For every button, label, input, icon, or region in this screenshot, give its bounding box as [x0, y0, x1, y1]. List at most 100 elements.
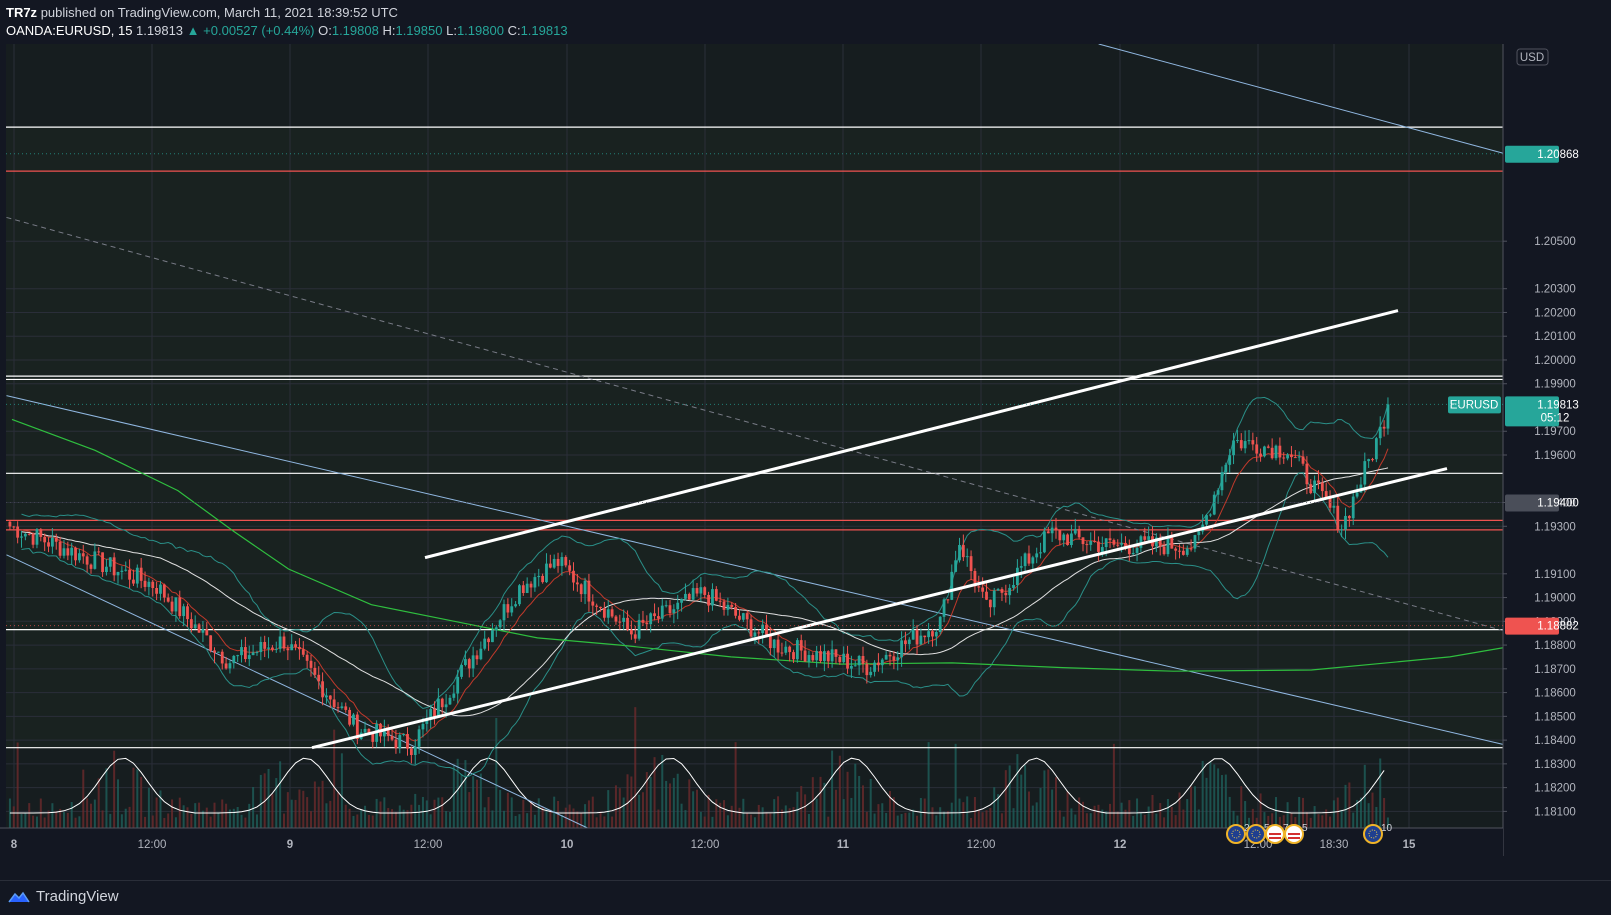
- candle-body[interactable]: [436, 698, 440, 718]
- candle-body[interactable]: [1070, 533, 1073, 546]
- candle-body[interactable]: [417, 729, 421, 747]
- candle-body[interactable]: [464, 659, 467, 665]
- candle-body[interactable]: [298, 646, 301, 650]
- candle-body[interactable]: [923, 635, 927, 638]
- candle-body[interactable]: [633, 634, 637, 639]
- candle-body[interactable]: [43, 536, 47, 543]
- candle-body[interactable]: [352, 714, 355, 725]
- candle-body[interactable]: [1355, 492, 1359, 497]
- candle-body[interactable]: [1046, 531, 1050, 534]
- candle-body[interactable]: [259, 642, 263, 653]
- candle-body[interactable]: [93, 551, 97, 569]
- candle-body[interactable]: [205, 629, 209, 636]
- candle-body[interactable]: [1351, 496, 1355, 519]
- candle-body[interactable]: [247, 655, 251, 660]
- candle-body[interactable]: [699, 587, 703, 594]
- candle-body[interactable]: [888, 654, 892, 657]
- candle-body[interactable]: [1228, 455, 1232, 465]
- candle-body[interactable]: [1166, 536, 1170, 555]
- candle-body[interactable]: [236, 655, 240, 657]
- candle-body[interactable]: [62, 548, 66, 556]
- candle-body[interactable]: [996, 589, 1000, 591]
- candle-body[interactable]: [537, 575, 541, 578]
- candle-body[interactable]: [325, 695, 328, 698]
- candle-body[interactable]: [78, 553, 81, 561]
- candle-body[interactable]: [857, 655, 861, 666]
- candle-body[interactable]: [687, 593, 691, 600]
- candle-body[interactable]: [1255, 444, 1259, 454]
- candle-body[interactable]: [745, 613, 749, 620]
- candle-body[interactable]: [1035, 553, 1039, 558]
- candle-body[interactable]: [159, 584, 162, 594]
- candle-body[interactable]: [189, 619, 193, 629]
- candle-body[interactable]: [506, 604, 510, 613]
- candle-body[interactable]: [637, 619, 641, 639]
- candle-body[interactable]: [749, 619, 753, 637]
- candle-body[interactable]: [321, 681, 324, 698]
- candle-body[interactable]: [660, 605, 664, 619]
- candle-body[interactable]: [390, 735, 394, 740]
- candle-body[interactable]: [610, 609, 614, 617]
- candle-body[interactable]: [112, 557, 116, 576]
- candle-body[interactable]: [1290, 454, 1293, 458]
- candle-body[interactable]: [1320, 482, 1324, 492]
- candle-body[interactable]: [911, 629, 915, 640]
- candle-body[interactable]: [240, 647, 243, 656]
- candle-body[interactable]: [143, 580, 147, 587]
- candle-body[interactable]: [985, 591, 988, 600]
- candle-body[interactable]: [274, 648, 278, 650]
- candle-body[interactable]: [1212, 494, 1216, 515]
- candle-body[interactable]: [494, 627, 498, 631]
- candle-body[interactable]: [409, 748, 413, 755]
- candle-body[interactable]: [691, 588, 695, 600]
- candle-body[interactable]: [491, 630, 494, 643]
- candle-body[interactable]: [201, 629, 205, 633]
- candle-body[interactable]: [139, 567, 143, 581]
- candle-body[interactable]: [479, 648, 483, 660]
- candle-body[interactable]: [846, 653, 849, 669]
- candle-body[interactable]: [1015, 567, 1019, 585]
- candle-body[interactable]: [406, 734, 409, 749]
- candle-body[interactable]: [1043, 531, 1046, 553]
- candle-body[interactable]: [50, 537, 54, 547]
- candle-body[interactable]: [533, 577, 537, 588]
- candle-body[interactable]: [213, 650, 216, 653]
- candle-body[interactable]: [101, 552, 104, 573]
- candle-body[interactable]: [579, 584, 583, 595]
- candle-body[interactable]: [1077, 528, 1081, 538]
- candle-body[interactable]: [12, 526, 16, 528]
- candle-body[interactable]: [27, 533, 31, 535]
- candle-body[interactable]: [471, 655, 475, 669]
- candle-body[interactable]: [340, 706, 344, 708]
- candle-body[interactable]: [31, 533, 35, 545]
- candle-body[interactable]: [255, 652, 259, 654]
- candle-body[interactable]: [1247, 440, 1251, 442]
- candle-body[interactable]: [1239, 440, 1243, 449]
- candle-body[interactable]: [822, 651, 826, 662]
- candle-body[interactable]: [290, 644, 294, 651]
- candle-body[interactable]: [294, 644, 297, 647]
- candle-body[interactable]: [788, 646, 792, 653]
- candle-body[interactable]: [931, 631, 934, 637]
- candle-body[interactable]: [1181, 550, 1185, 555]
- candle-body[interactable]: [772, 639, 776, 649]
- candle-body[interactable]: [1185, 548, 1189, 555]
- candle-body[interactable]: [1073, 528, 1077, 534]
- candle-body[interactable]: [884, 654, 888, 660]
- candle-body[interactable]: [1208, 514, 1212, 516]
- candle-body[interactable]: [1270, 447, 1274, 459]
- candle-body[interactable]: [317, 674, 321, 682]
- candle-body[interactable]: [672, 609, 676, 614]
- candle-body[interactable]: [1297, 456, 1301, 458]
- candle-body[interactable]: [834, 649, 838, 657]
- candle-body[interactable]: [1162, 546, 1166, 555]
- candle-body[interactable]: [1135, 547, 1139, 553]
- candle-body[interactable]: [969, 556, 973, 572]
- candle-body[interactable]: [1347, 515, 1351, 519]
- candle-body[interactable]: [1012, 584, 1015, 588]
- candle-body[interactable]: [398, 735, 402, 749]
- candle-body[interactable]: [1205, 515, 1208, 525]
- candle-body[interactable]: [70, 547, 74, 556]
- candle-body[interactable]: [606, 609, 610, 618]
- tradingview-logo[interactable]: TradingView: [8, 888, 119, 905]
